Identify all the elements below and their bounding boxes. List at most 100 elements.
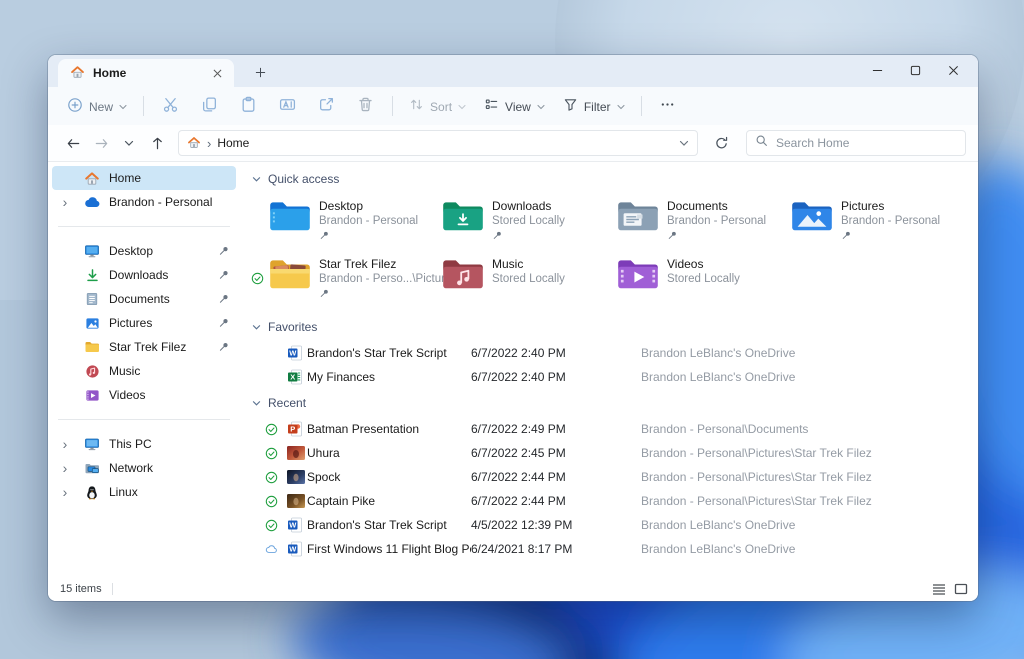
tab-home[interactable]: Home	[58, 59, 234, 87]
expand-chevron-icon[interactable]: ›	[56, 195, 74, 209]
section-header-recent[interactable]: Recent	[252, 393, 970, 413]
plus-circle-icon	[67, 97, 83, 116]
paste-button[interactable]	[229, 91, 268, 121]
sidebar-item-this-pc[interactable]: › This PC	[52, 432, 236, 456]
tile-desktop[interactable]: Desktop Brandon - Personal	[268, 197, 441, 245]
breadcrumb-segment-home[interactable]: Home	[217, 136, 249, 150]
tile-star-trek-filez[interactable]: Star Trek Filez Brandon - Perso...\Pictu…	[251, 255, 457, 303]
file-row[interactable]: P Batman Presentation 6/7/2022 2:49 PM B…	[252, 417, 970, 441]
new-button[interactable]: New	[58, 92, 136, 121]
breadcrumb[interactable]: › Home	[178, 130, 698, 156]
section-header-quick-access[interactable]: Quick access	[252, 169, 970, 189]
music-icon	[82, 364, 102, 379]
close-button[interactable]	[934, 55, 972, 85]
sidebar-item-desktop[interactable]: Desktop	[52, 239, 236, 263]
sidebar-item-label: Videos	[109, 388, 146, 402]
chevron-down-icon	[458, 99, 466, 113]
sidebar-item-pictures[interactable]: Pictures	[52, 311, 236, 335]
sidebar-item-star-trek-filez[interactable]: Star Trek Filez	[52, 335, 236, 359]
sort-button[interactable]: Sort	[400, 92, 475, 120]
image-thumbnail	[287, 494, 307, 508]
sidebar-item-label: Documents	[109, 292, 170, 306]
details-view-icon[interactable]	[932, 583, 946, 595]
sidebar-item-linux[interactable]: › Linux	[52, 480, 236, 504]
search-field[interactable]	[746, 130, 966, 156]
file-row[interactable]: W Brandon's Star Trek Script 6/7/2022 2:…	[252, 341, 970, 365]
sidebar-item-music[interactable]: Music	[52, 359, 236, 383]
tab-title: Home	[93, 66, 127, 80]
file-row[interactable]: W Brandon's Star Trek Script 4/5/2022 12…	[252, 513, 970, 537]
filter-icon	[563, 97, 578, 115]
toolbar-divider	[392, 96, 394, 116]
toolbar-divider	[143, 96, 145, 116]
file-name: My Finances	[307, 370, 376, 384]
tab-strip: Home	[48, 55, 978, 87]
minimize-button[interactable]	[858, 55, 896, 85]
cut-button[interactable]	[151, 91, 190, 121]
sidebar-item-label: Brandon - Personal	[109, 195, 213, 209]
chevron-down-icon	[616, 99, 625, 113]
sidebar-item-onedrive-personal[interactable]: › Brandon - Personal	[52, 190, 236, 214]
recent-locations-chevron[interactable]	[116, 130, 142, 156]
tile-sublabel: Brandon - Personal	[319, 215, 419, 227]
expand-chevron-icon[interactable]: ›	[56, 437, 74, 451]
view-button[interactable]: View	[475, 92, 554, 120]
items-count: 15 items	[60, 583, 102, 595]
folder-videos-icon	[616, 255, 660, 303]
forward-button[interactable]	[88, 130, 114, 156]
file-row[interactable]: Captain Pike 6/7/2022 2:44 PM Brandon - …	[252, 489, 970, 513]
refresh-icon[interactable]	[708, 130, 734, 156]
file-name: First Windows 11 Flight Blog Post	[307, 542, 471, 556]
file-name: Batman Presentation	[307, 422, 420, 436]
delete-button[interactable]	[346, 91, 385, 121]
sidebar-item-home[interactable]: Home	[52, 166, 236, 190]
expand-chevron-icon[interactable]: ›	[56, 485, 74, 499]
tile-pictures[interactable]: Pictures Brandon - Personal	[790, 197, 965, 245]
rename-button[interactable]	[268, 91, 307, 121]
address-dropdown-chevron[interactable]	[679, 136, 689, 150]
sidebar-item-videos[interactable]: Videos	[52, 383, 236, 407]
image-thumbnail	[287, 470, 307, 484]
tile-downloads[interactable]: Downloads Stored Locally	[441, 197, 616, 245]
large-icons-view-icon[interactable]	[954, 583, 968, 595]
tile-videos[interactable]: Videos Stored Locally	[616, 255, 790, 303]
share-button[interactable]	[307, 91, 346, 121]
new-tab-button[interactable]	[248, 60, 272, 84]
up-button[interactable]	[144, 130, 170, 156]
copy-button[interactable]	[190, 91, 229, 121]
file-row[interactable]: W First Windows 11 Flight Blog Post 6/24…	[252, 537, 970, 561]
tile-music[interactable]: Music Stored Locally	[441, 255, 616, 303]
tab-close-icon[interactable]	[208, 64, 226, 82]
home-icon	[82, 170, 102, 186]
file-date: 6/7/2022 2:40 PM	[471, 370, 566, 384]
sidebar-item-network[interactable]: › Network	[52, 456, 236, 480]
sidebar-divider	[58, 419, 230, 420]
network-icon	[82, 460, 102, 476]
expand-chevron-icon[interactable]: ›	[56, 461, 74, 475]
search-input[interactable]	[776, 136, 957, 150]
section-header-favorites[interactable]: Favorites	[252, 317, 970, 337]
back-button[interactable]	[60, 130, 86, 156]
sidebar-item-documents[interactable]: Documents	[52, 287, 236, 311]
toolbar-divider	[640, 96, 642, 116]
maximize-button[interactable]	[896, 55, 934, 85]
pictures-icon	[82, 316, 102, 331]
sidebar-item-downloads[interactable]: Downloads	[52, 263, 236, 287]
filter-button[interactable]: Filter	[554, 92, 634, 120]
sidebar-item-label: Downloads	[109, 268, 169, 282]
file-date: 6/7/2022 2:44 PM	[471, 494, 566, 508]
sort-icon	[409, 97, 424, 115]
paste-icon	[240, 96, 257, 116]
home-icon	[187, 135, 201, 152]
sync-status-check-icon	[265, 423, 287, 436]
file-row[interactable]: X My Finances 6/7/2022 2:40 PM Brandon L…	[252, 365, 970, 389]
tile-name: Pictures	[841, 199, 885, 213]
command-toolbar: New Sort View Filter	[48, 87, 978, 125]
tile-documents[interactable]: Documents Brandon - Personal	[616, 197, 790, 245]
sync-status-check-icon	[265, 447, 287, 460]
more-options-button[interactable]	[649, 92, 686, 120]
sync-status-check-icon	[265, 495, 287, 508]
file-row[interactable]: Spock 6/7/2022 2:44 PM Brandon - Persona…	[252, 465, 970, 489]
file-row[interactable]: Uhura 6/7/2022 2:45 PM Brandon - Persona…	[252, 441, 970, 465]
folder-star-trek-icon	[268, 255, 312, 303]
